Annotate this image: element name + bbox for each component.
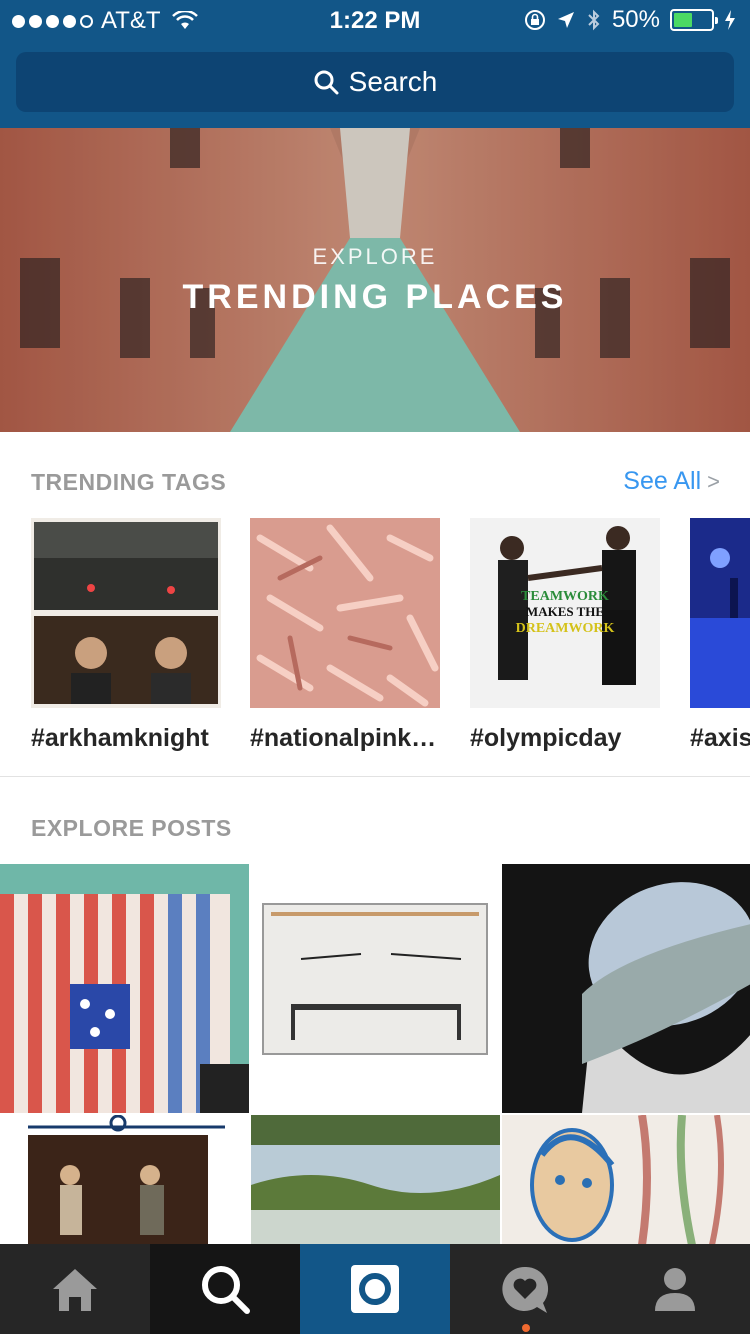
tag-card[interactable]: TEAMWORK MAKES THE DREAMWORK #olympicday <box>470 518 660 753</box>
tag-label: #olympicday <box>470 724 622 752</box>
teamwork-line-3: DREAMWORK <box>516 621 615 636</box>
post-thumbnail[interactable] <box>0 1115 249 1244</box>
section-divider <box>0 776 750 777</box>
profile-icon <box>655 1268 695 1311</box>
camera-icon <box>351 1265 399 1313</box>
tag-thumbnail <box>31 518 221 708</box>
chevron-right-icon: > <box>707 468 720 494</box>
tag-card[interactable]: #axis <box>690 518 750 753</box>
post-thumbnail[interactable] <box>502 1115 750 1244</box>
tab-home[interactable] <box>0 1244 150 1334</box>
trending-tags-carousel[interactable]: #arkhamknight #nationalpink… TEAMWORK MA… <box>0 518 750 763</box>
search-icon <box>202 1266 250 1314</box>
explore-posts-grid <box>0 864 750 1244</box>
explore-posts-title: EXPLORE POSTS <box>31 815 232 841</box>
notification-dot <box>522 1324 530 1332</box>
tag-card[interactable]: #arkhamknight <box>31 518 221 753</box>
search-placeholder: Search <box>348 66 438 97</box>
post-thumbnail[interactable] <box>502 864 750 1113</box>
tag-card[interactable]: #nationalpink… <box>250 518 440 753</box>
post-thumbnail[interactable] <box>0 864 249 1113</box>
post-thumbnail[interactable] <box>251 1115 500 1244</box>
search-input[interactable]: Search <box>16 52 734 112</box>
charging-bolt-icon <box>725 10 735 30</box>
trending-tags-title: TRENDING TAGS <box>31 469 227 495</box>
post-thumbnail[interactable] <box>251 864 500 1113</box>
orientation-lock-icon <box>524 10 545 30</box>
tab-bar <box>0 1244 750 1334</box>
tag-thumbnail: TEAMWORK MAKES THE DREAMWORK <box>470 518 660 708</box>
tab-camera[interactable] <box>300 1244 450 1334</box>
activity-heart-icon <box>502 1266 549 1313</box>
battery-icon <box>670 9 718 31</box>
tag-label: #nationalpink… <box>250 724 437 752</box>
location-arrow-icon <box>557 12 574 28</box>
search-icon <box>314 70 339 95</box>
status-right: 50% <box>524 6 736 34</box>
home-icon <box>53 1269 97 1311</box>
see-all-link[interactable]: See All > <box>623 467 720 496</box>
status-bar: AT&T 1:22 PM 50% <box>0 0 750 40</box>
teamwork-line-1: TEAMWORK <box>521 589 609 604</box>
hero-subtitle: EXPLORE <box>312 244 438 269</box>
bluetooth-icon <box>588 9 600 31</box>
tag-label: #axis <box>690 724 750 752</box>
battery-percent: 50% <box>611 6 660 33</box>
tab-profile[interactable] <box>600 1244 750 1334</box>
tab-activity[interactable] <box>450 1244 600 1334</box>
tab-search[interactable] <box>150 1244 300 1334</box>
tag-label: #arkhamknight <box>31 724 209 752</box>
explore-trending-places-banner[interactable]: EXPLORE TRENDING PLACES <box>0 128 750 432</box>
hero-title: TRENDING PLACES <box>182 278 568 316</box>
teamwork-line-2: MAKES THE <box>526 604 604 619</box>
header: AT&T 1:22 PM 50% Search <box>0 0 750 128</box>
see-all-label: See All <box>623 467 702 495</box>
tag-thumbnail <box>250 518 440 708</box>
tag-thumbnail <box>690 518 750 708</box>
